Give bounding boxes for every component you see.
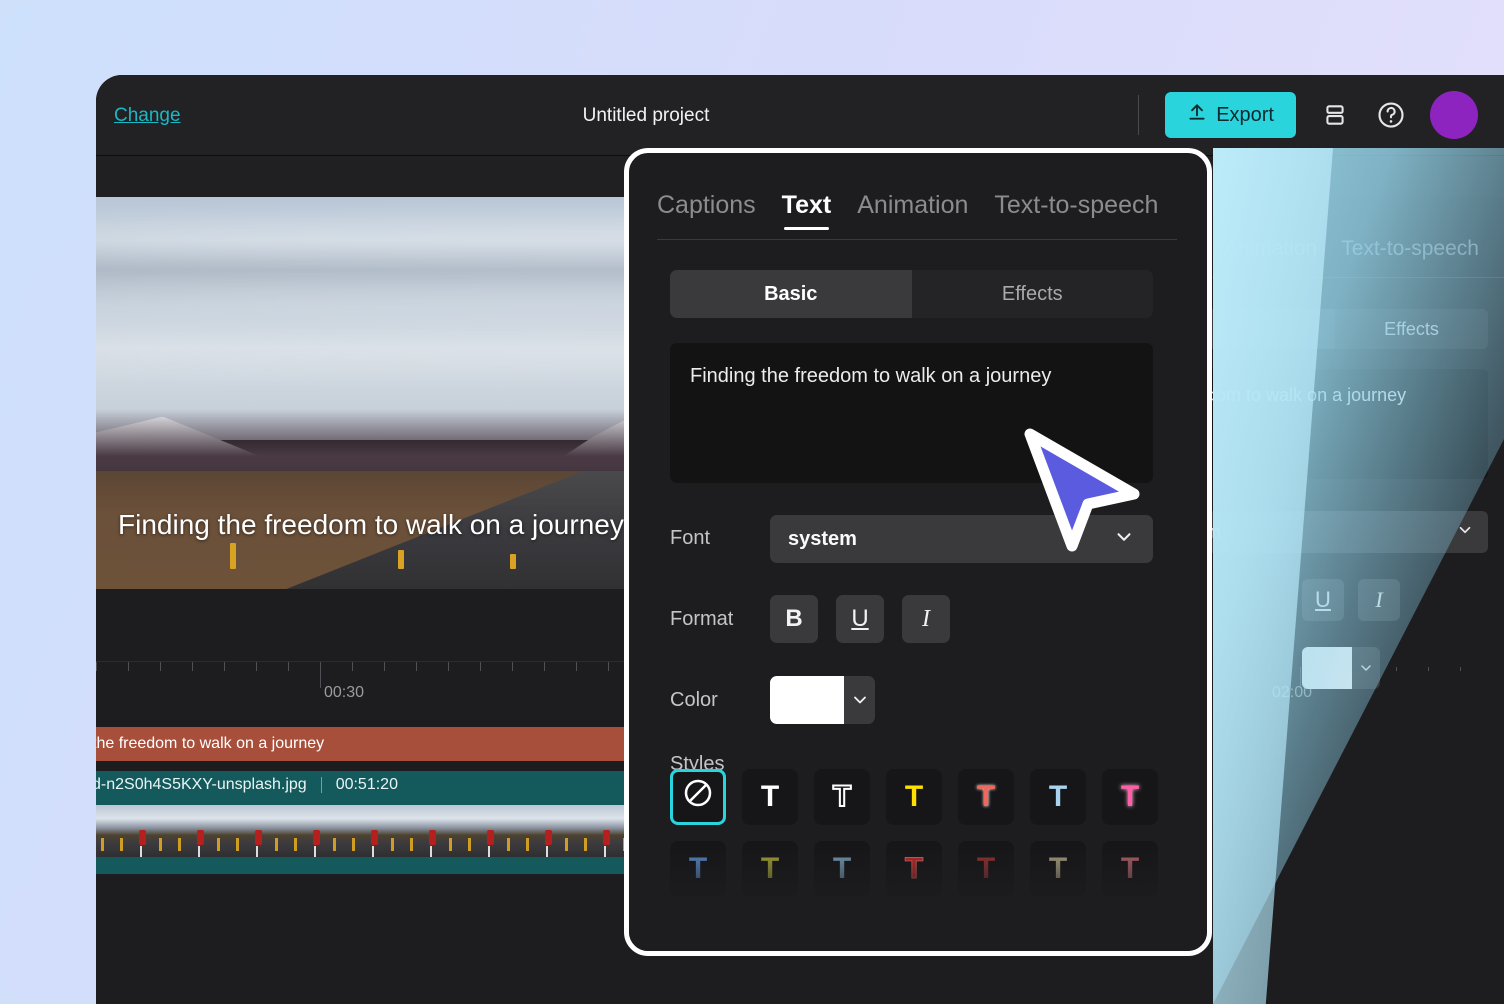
export-label: Export xyxy=(1216,103,1274,126)
tab-text[interactable]: Text xyxy=(782,191,831,230)
side-seg-effects[interactable]: Effects xyxy=(1335,309,1488,349)
segment-effects[interactable]: Effects xyxy=(911,270,1153,318)
style-glyph: T xyxy=(1048,780,1068,813)
header-divider xyxy=(1138,95,1140,135)
italic-button[interactable]: I xyxy=(902,595,950,643)
underline-glyph: U xyxy=(851,605,869,632)
style-outline[interactable]: T xyxy=(814,769,870,825)
font-value: system xyxy=(788,527,857,550)
style-blue[interactable]: T xyxy=(670,841,726,897)
style-glyph: T xyxy=(1120,852,1140,885)
tab-animation[interactable]: Animation xyxy=(857,191,968,230)
side-panel-segmented: Effects xyxy=(1182,309,1488,349)
style-glyph: T xyxy=(688,852,708,885)
side-tab-text-to-speech[interactable]: Text-to-speech xyxy=(1341,237,1479,261)
side-panel-tabs: t Animation Text-to-speech xyxy=(1190,237,1504,261)
style-glyph: T xyxy=(976,852,996,885)
style-steel[interactable]: T xyxy=(814,841,870,897)
color-label: Color xyxy=(670,689,718,711)
style-glyph: T xyxy=(760,780,780,813)
style-pink[interactable]: T xyxy=(1102,769,1158,825)
style-lightblue[interactable]: T xyxy=(1030,769,1086,825)
chevron-down-icon xyxy=(1113,526,1135,553)
tab-captions[interactable]: Captions xyxy=(657,191,756,230)
avatar[interactable] xyxy=(1430,91,1478,139)
side-text-input[interactable]: eedom to walk on a journey xyxy=(1182,369,1488,479)
style-glyph: T xyxy=(1120,780,1140,813)
style-glyph: T xyxy=(1048,852,1068,885)
chevron-down-icon xyxy=(1456,521,1474,544)
bold-glyph: B xyxy=(785,605,803,632)
style-glyph: T xyxy=(904,780,924,813)
header-actions: Export xyxy=(1138,75,1478,155)
style-olive[interactable]: T xyxy=(742,841,798,897)
styles-grid: T T T T T T T T T T T T T xyxy=(670,769,1170,897)
style-glyph: T xyxy=(976,780,996,813)
style-salmon[interactable]: T xyxy=(958,769,1014,825)
question-circle-icon[interactable] xyxy=(1374,98,1408,132)
project-title: Untitled project xyxy=(582,105,710,126)
font-select[interactable]: system xyxy=(770,515,1153,563)
text-clip-label: the freedom to walk on a journey xyxy=(96,735,325,752)
side-tab-animation[interactable]: Animation xyxy=(1224,237,1317,261)
color-picker[interactable] xyxy=(770,676,875,724)
app-header: Change Untitled project Export xyxy=(96,75,1504,155)
media-clip-header: d-n2S0h4S5KXY-unsplash.jpg 00:51:20 xyxy=(96,776,398,794)
bold-button[interactable]: B xyxy=(770,595,818,643)
none-icon xyxy=(682,777,714,817)
style-glyph: T xyxy=(760,852,780,885)
style-rose[interactable]: T xyxy=(1102,841,1158,897)
style-darkred[interactable]: T xyxy=(958,841,1014,897)
style-glyph: T xyxy=(832,852,852,885)
layers-icon[interactable] xyxy=(1318,98,1352,132)
dialog-tab-rule xyxy=(657,239,1177,240)
preview-caption: Finding the freedom to walk on a journey xyxy=(118,509,624,540)
tab-text-to-speech[interactable]: Text-to-speech xyxy=(994,191,1158,230)
text-side-panel: t Animation Text-to-speech Effects eedom… xyxy=(1182,197,1504,689)
media-clip-duration: 00:51:20 xyxy=(335,776,398,793)
upload-icon xyxy=(1187,102,1207,128)
text-clip[interactable]: the freedom to walk on a journey xyxy=(96,727,636,761)
side-panel-tab-rule xyxy=(1190,277,1504,278)
color-swatch xyxy=(770,676,844,724)
media-clip-name: d-n2S0h4S5KXY-unsplash.jpg xyxy=(96,776,307,793)
font-label: Font xyxy=(670,527,711,549)
dialog-segmented-control: Basic Effects xyxy=(670,270,1153,318)
style-glyph: T xyxy=(904,852,924,886)
style-white[interactable]: T xyxy=(742,769,798,825)
side-underline-button[interactable]: U xyxy=(1302,579,1344,621)
ruler-label: 00:30 xyxy=(324,684,365,701)
style-glyph: T xyxy=(832,779,852,814)
dialog-tabs: Captions Text Animation Text-to-speech xyxy=(657,191,1158,230)
format-label: Format xyxy=(670,608,734,630)
chevron-down-icon xyxy=(1352,660,1380,676)
format-buttons: B U I xyxy=(770,595,950,643)
italic-glyph: I xyxy=(922,605,930,632)
side-color-picker[interactable] xyxy=(1302,647,1380,689)
side-format-buttons: U I xyxy=(1302,579,1400,621)
media-clip[interactable]: d-n2S0h4S5KXY-unsplash.jpg 00:51:20 xyxy=(96,771,636,874)
text-input-area[interactable]: Finding the freedom to walk on a journey xyxy=(670,343,1153,483)
style-yellow[interactable]: T xyxy=(886,769,942,825)
side-font-select[interactable]: em xyxy=(1182,511,1488,553)
style-none[interactable] xyxy=(670,769,726,825)
underline-button[interactable]: U xyxy=(836,595,884,643)
side-color-swatch xyxy=(1302,647,1352,689)
side-italic-button[interactable]: I xyxy=(1358,579,1400,621)
chevron-down-icon xyxy=(844,690,875,710)
style-tan[interactable]: T xyxy=(1030,841,1086,897)
filmstrip xyxy=(96,805,636,857)
style-red-box[interactable]: T xyxy=(886,841,942,897)
text-settings-dialog: Captions Text Animation Text-to-speech B… xyxy=(624,148,1212,956)
segment-basic[interactable]: Basic xyxy=(670,270,912,318)
export-button[interactable]: Export xyxy=(1165,92,1296,138)
